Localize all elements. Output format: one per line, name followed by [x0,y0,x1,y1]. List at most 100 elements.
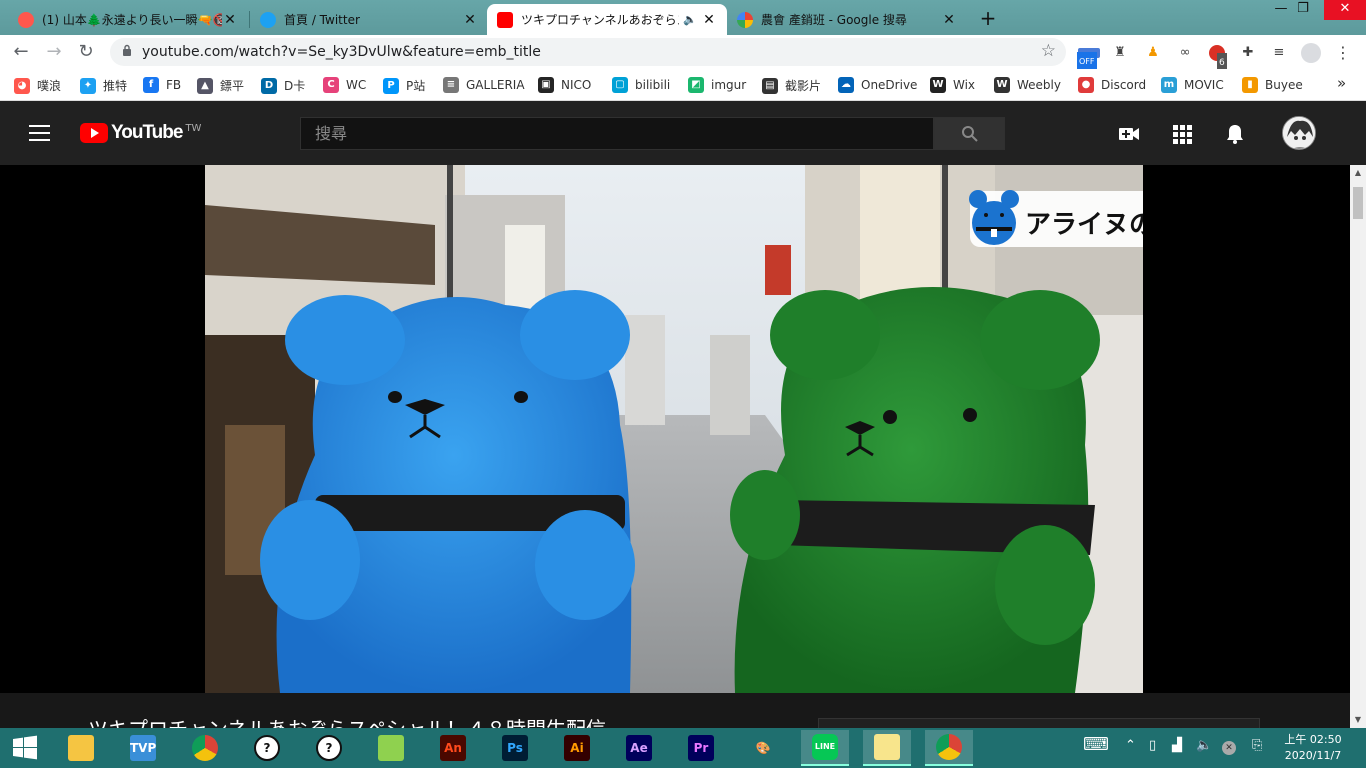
video-player[interactable]: アライヌの聖地巡礼 [0,165,1350,693]
bookmark-favicon-icon: W [994,77,1010,93]
video-frame[interactable]: アライヌの聖地巡礼 [205,165,1143,693]
apps-grid-icon[interactable] [1171,123,1193,145]
bookmark-favicon-icon: ◩ [688,77,704,93]
volume-icon[interactable]: 🔈 [1196,738,1212,753]
ime-icon[interactable]: ⎘ [1252,738,1262,753]
taskbar-app-tennis[interactable] [367,730,415,766]
battery-icon[interactable]: ▯ [1149,738,1156,753]
taskbar-app-paint[interactable]: 🎨 [739,730,787,766]
taskbar-app-photoshop[interactable]: Ps [491,730,539,766]
bookmark-favicon-icon: f [143,77,159,93]
bookmarks-bar: ◕ 噗浪 ✦ 推特 f FB ▲ 鏢平 D D卡 C WC P P站 ≡ GALLERIA ▣ NICO ▢ bili… [0,69,1366,101]
extensions-puzzle-icon[interactable]: ✚ [1238,43,1258,63]
taskbar-app-clip-studio-2[interactable]: ? [305,730,353,766]
tray-chevron-icon[interactable]: ⌃ [1125,738,1136,753]
page-scrollbar[interactable]: ▲ ▼ [1350,165,1366,728]
tab-twitter[interactable]: 首頁 / Twitter ✕ [250,4,488,35]
windows-start-icon[interactable] [12,735,38,761]
url-text: youtube.com/watch?v=Se_ky3DvUlw&feature=… [142,44,541,60]
extension-off-icon[interactable]: OFF [1077,43,1100,72]
restore-button[interactable]: ❐ [1282,0,1324,20]
taskbar-app-premiere[interactable]: Pr [677,730,725,766]
reload-button[interactable]: ↻ [76,42,96,62]
scroll-up-arrow[interactable]: ▲ [1350,165,1366,181]
notification-x-icon[interactable]: ✕ [1222,741,1236,755]
bookmark-item[interactable]: f FB [143,77,181,93]
tab-youtube-1[interactable]: (1) 山本🌲永遠より長い一瞬🔫🔞 ✕ [8,4,248,35]
line-icon: LINE [812,734,838,760]
media-queue-icon[interactable]: ≡ [1269,43,1289,63]
speaker-icon[interactable]: 🔈 [683,13,697,26]
tab-youtube-active[interactable]: ツキプロチャンネルあおぞらス 🔈 ✕ [487,4,727,35]
bookmark-star-icon[interactable]: ☆ [1041,41,1056,61]
search-button[interactable] [934,117,1005,150]
keyboard-icon[interactable]: ⌨ [1083,734,1109,755]
bookmark-item[interactable]: ▲ 鏢平 [197,77,244,94]
bookmark-label: MOVIC [1184,78,1224,92]
menu-dots-icon[interactable]: ⋮ [1333,43,1353,63]
profile-icon[interactable] [1301,43,1321,63]
bookmarks-overflow-button[interactable]: » [1337,74,1346,92]
bookmark-item[interactable]: ▣ NICO [538,77,591,93]
forward-button[interactable]: → [44,42,64,62]
extension-avatar-icon[interactable]: ♜ [1110,43,1130,63]
tab-google[interactable]: 農會 產銷班 - Google 搜尋 ✕ [727,4,967,35]
taskbar-app-illustrator[interactable]: Ai [553,730,601,766]
bookmark-item[interactable]: W Weebly [994,77,1061,93]
extension-infinity-icon[interactable]: ∞ [1175,43,1195,63]
scrollbar-thumb[interactable] [1353,187,1363,219]
menu-hamburger-icon[interactable] [29,125,50,141]
taskbar-app-tvp[interactable]: TVP [119,730,167,766]
close-icon[interactable]: ✕ [701,12,717,28]
bookmark-item[interactable]: ▤ 截影片 [762,77,821,94]
bookmark-label: Discord [1101,78,1147,92]
avatar[interactable] [1282,116,1316,150]
close-icon[interactable]: ✕ [462,12,478,28]
close-icon[interactable]: ✕ [941,12,957,28]
bookmark-favicon-icon: ▢ [612,77,628,93]
taskbar-app-clip-studio-1[interactable]: ? [243,730,291,766]
taskbar-app-sticky-notes[interactable] [863,730,911,766]
search-input[interactable] [301,118,933,149]
close-icon[interactable]: ✕ [222,12,238,28]
taskbar-app-chrome[interactable] [181,730,229,766]
youtube-red-icon [18,11,34,28]
bookmark-item[interactable]: C WC [323,77,366,93]
bookmark-item[interactable]: ◕ 噗浪 [14,77,61,94]
notifications-bell-icon[interactable] [1224,123,1246,145]
taskbar-app-file-explorer[interactable] [57,730,105,766]
bookmark-item[interactable]: D D卡 [261,77,305,94]
extension-adblock-icon[interactable]: 6 [1207,43,1227,73]
taskbar-app-after-effects[interactable]: Ae [615,730,663,766]
window-close-button[interactable]: ✕ [1324,0,1366,20]
bookmark-item[interactable]: ◩ imgur [688,77,746,93]
bookmark-item[interactable]: ☁ OneDrive [838,77,917,93]
network-icon[interactable]: ▟ [1172,738,1182,753]
bookmark-item[interactable]: ● Discord [1078,77,1146,93]
bookmark-favicon-icon: ▮ [1242,77,1258,93]
file-explorer-icon [68,735,94,761]
bookmark-item[interactable]: ▮ Buyee [1242,77,1303,93]
scroll-down-arrow[interactable]: ▼ [1350,712,1366,728]
paint-icon: 🎨 [755,741,771,755]
taskbar-app-animate[interactable]: An [429,730,477,766]
create-video-icon[interactable] [1118,123,1140,145]
extension-buyee-icon[interactable]: ♟ [1143,43,1163,63]
illustrator-icon: Ai [564,735,590,761]
new-tab-button[interactable]: + [978,6,998,30]
system-clock[interactable]: 上午 02:50 2020/11/7 [1282,732,1344,764]
taskbar-app-line[interactable]: LINE [801,730,849,766]
lock-icon [123,44,131,56]
video-caption-banner: アライヌの聖地巡礼 [969,190,1143,247]
search-box[interactable] [300,117,934,150]
bookmark-item[interactable]: W Wix [930,77,975,93]
address-bar[interactable]: youtube.com/watch?v=Se_ky3DvUlw&feature=… [110,38,1066,66]
taskbar-app-chrome-active[interactable] [925,730,973,766]
youtube-logo[interactable]: YouTube TW [80,122,201,144]
bookmark-item[interactable]: m MOVIC [1161,77,1224,93]
bookmark-item[interactable]: P P站 [383,77,425,94]
back-button[interactable]: ← [11,42,31,62]
bookmark-item[interactable]: ▢ bilibili [612,77,670,93]
bookmark-item[interactable]: ≡ GALLERIA [443,77,525,93]
bookmark-item[interactable]: ✦ 推特 [80,77,127,94]
